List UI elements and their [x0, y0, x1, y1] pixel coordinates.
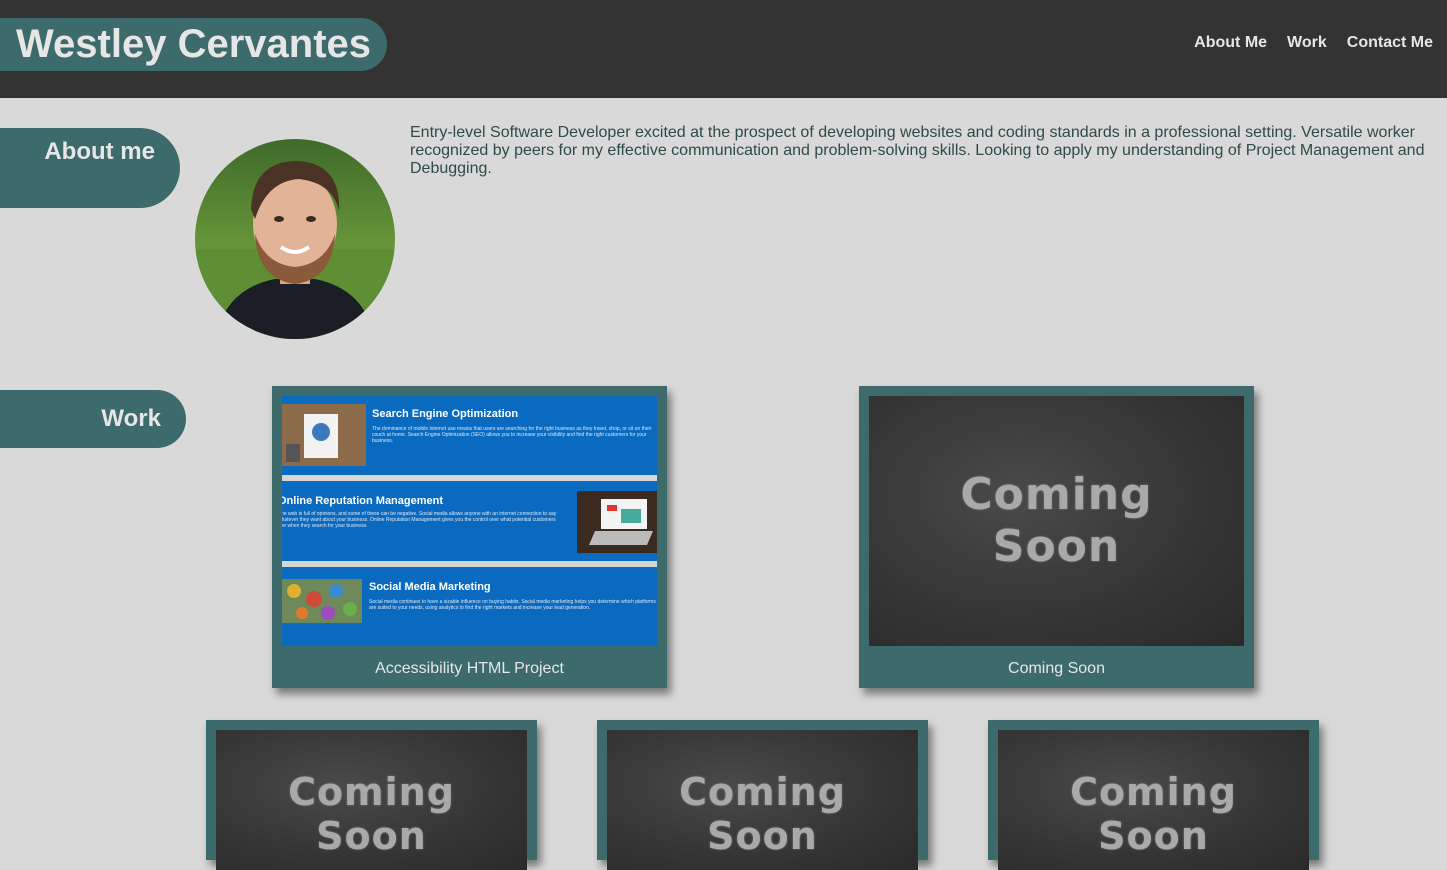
profile-photo	[195, 139, 395, 339]
project-card-coming-soon[interactable]: Coming Soon Coming Soon	[859, 386, 1254, 688]
preview-text: The web is full of opinions, and some of…	[282, 511, 557, 530]
preview-row: Search Engine Optimization The dominance…	[282, 396, 657, 476]
project-card-coming-soon[interactable]: Coming Soon	[988, 720, 1319, 870]
work-section-heading: Work	[0, 390, 186, 448]
project-card-coming-soon[interactable]: Coming Soon	[597, 720, 928, 870]
preview-title: Online Reputation Management	[282, 495, 444, 508]
nav-work[interactable]: Work	[1287, 34, 1327, 52]
nav-contact-me[interactable]: Contact Me	[1347, 34, 1433, 52]
preview-row: Online Reputation Management The web is …	[282, 481, 657, 561]
preview-title: Search Engine Optimization	[372, 408, 519, 420]
project-caption: Coming Soon	[1008, 660, 1105, 677]
chalk-text: Coming	[960, 469, 1153, 520]
coming-soon-image: Coming Soon	[216, 730, 527, 870]
preview-text: Social media continues to have a sizable…	[369, 598, 656, 611]
coming-soon-image: Coming Soon	[998, 730, 1309, 870]
social-icons-image	[282, 578, 362, 623]
site-header: Westley Cervantes About Me Work Contact …	[0, 0, 1447, 98]
preview-title: Social Media Marketing	[369, 580, 491, 593]
about-description: Entry-level Software Developer excited a…	[410, 124, 1425, 177]
preview-text: The dominance of mobile internet use mea…	[372, 426, 652, 444]
chalk-text: Coming	[679, 770, 846, 814]
seo-image	[282, 404, 366, 466]
main-nav: About Me Work Contact Me	[1194, 34, 1433, 52]
site-title: Westley Cervantes	[0, 18, 387, 71]
project-caption: Accessibility HTML Project	[375, 660, 564, 677]
chalk-text: Soon	[707, 814, 818, 858]
preview-row: Social Media Marketing Social media cont…	[282, 566, 657, 646]
project-card-accessibility[interactable]: Search Engine Optimization The dominance…	[272, 386, 667, 688]
project-thumbnail: Search Engine Optimization The dominance…	[282, 396, 657, 646]
chalk-text: Coming	[288, 770, 455, 814]
chalk-text: Soon	[316, 814, 427, 858]
project-card-coming-soon[interactable]: Coming Soon	[206, 720, 537, 870]
coming-soon-image: Coming Soon	[869, 396, 1244, 646]
chalk-text: Soon	[992, 521, 1121, 572]
coming-soon-image: Coming Soon	[607, 730, 918, 870]
nav-about-me[interactable]: About Me	[1194, 34, 1267, 52]
chalk-text: Coming	[1070, 770, 1237, 814]
about-section-heading: About me	[0, 128, 180, 208]
chalk-text: Soon	[1098, 814, 1209, 858]
laptop-image	[577, 491, 657, 554]
